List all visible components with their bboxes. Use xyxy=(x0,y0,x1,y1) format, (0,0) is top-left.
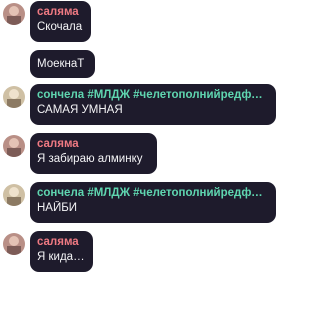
message-bubble[interactable]: саляма Скочала xyxy=(30,1,91,42)
message-bubble[interactable]: саляма Я забираю алминку xyxy=(30,133,157,174)
message-text: Скочала xyxy=(37,21,83,33)
message-author[interactable]: саляма xyxy=(37,5,83,20)
message-bubble[interactable]: МоекнаТ xyxy=(30,50,95,78)
avatar-sonchela[interactable] xyxy=(3,184,25,206)
avatar-salyama[interactable] xyxy=(3,233,25,255)
avatar-salyama[interactable] xyxy=(3,135,25,157)
avatar-sonchela[interactable] xyxy=(3,86,25,108)
message-text: Я кидала xyxy=(37,251,85,263)
message-bubble[interactable]: сончела #МЛДЖ #челетополнийредфла... НАЙ… xyxy=(30,182,276,223)
avatar-salyama[interactable] xyxy=(3,3,25,25)
message-author[interactable]: саляма xyxy=(37,235,85,250)
chat-feed: саляма Скочала МоекнаТ сончела #МЛДЖ #че… xyxy=(0,0,279,320)
message-bubble[interactable]: сончела #МЛДЖ #челетополнийредфла... САМ… xyxy=(30,84,276,125)
message-text: Я забираю алминку xyxy=(37,153,143,165)
message-bubble[interactable]: саляма Я кидала xyxy=(30,231,93,272)
message-author[interactable]: сончела #МЛДЖ #челетополнийредфла... xyxy=(37,88,268,103)
message-text: МоекнаТ xyxy=(37,57,85,70)
message-text: НАЙБИ xyxy=(37,202,78,214)
message-author[interactable]: саляма xyxy=(37,137,149,152)
message-author[interactable]: сончела #МЛДЖ #челетополнийредфла... xyxy=(37,186,268,201)
message-text: САМАЯ УМНАЯ xyxy=(37,104,123,116)
